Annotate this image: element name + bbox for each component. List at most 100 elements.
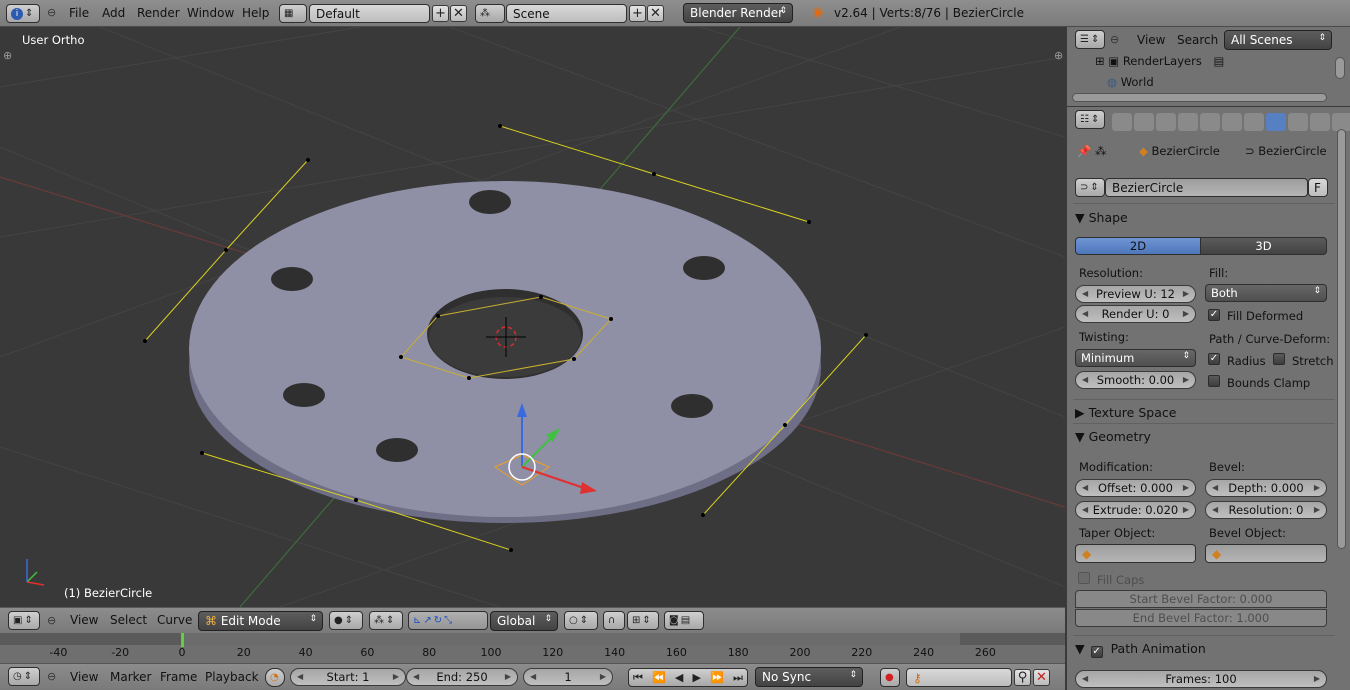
remove-scene-icon[interactable]: ✕ [647, 5, 664, 22]
3d-viewport[interactable]: User Ortho (1) BezierCircle ⊕ ⊕ [0, 27, 1065, 607]
offset-field[interactable]: ◀ Offset: 0.000 ▶ [1075, 479, 1196, 497]
path-animation-panel-header[interactable]: ▼ ✓ Path Animation [1075, 641, 1333, 663]
increment-icon[interactable]: ▶ [1183, 306, 1189, 322]
increment-icon[interactable]: ▶ [1183, 372, 1189, 388]
pivot-point-select[interactable]: ⁂ ⇕ [369, 611, 403, 630]
properties-scrollbar[interactable] [1337, 129, 1346, 549]
datablock-name[interactable]: BezierCircle [1105, 178, 1308, 197]
menu-window[interactable]: Window [187, 6, 234, 20]
shape-2d-button[interactable]: 2D [1075, 237, 1201, 255]
end-bevel-factor-field[interactable]: End Bevel Factor: 1.000 [1075, 609, 1327, 627]
menu-help[interactable]: Help [242, 6, 269, 20]
menu-file[interactable]: File [69, 6, 89, 20]
modifiers-tab-icon[interactable] [1244, 113, 1264, 131]
render-layers-tab-icon[interactable] [1134, 113, 1154, 131]
shape-panel-header[interactable]: ▼ Shape [1075, 210, 1333, 232]
increment-icon[interactable]: ▶ [1183, 502, 1189, 518]
curve-data-tab-icon[interactable] [1266, 113, 1286, 131]
world-tab-icon[interactable] [1178, 113, 1198, 131]
stretch-checkbox[interactable] [1273, 353, 1285, 365]
screen-layout-name[interactable]: Default [309, 4, 430, 23]
path-animation-checkbox[interactable]: ✓ [1090, 646, 1103, 658]
decrement-icon[interactable]: ◀ [1082, 671, 1088, 687]
menu-playback[interactable]: Playback [205, 670, 259, 684]
transform-orientation-select[interactable]: Global ⇕ [490, 611, 558, 631]
scene-tab-icon[interactable] [1156, 113, 1176, 131]
scene-name[interactable]: Scene [506, 4, 627, 23]
preview-u-field[interactable]: ◀ Preview U: 12 ▶ [1075, 285, 1196, 303]
editor-type-button[interactable]: ☷ ⇕ [1075, 110, 1105, 129]
menu-select[interactable]: Select [110, 613, 147, 627]
geometry-panel-header[interactable]: ▼ Geometry [1075, 429, 1333, 451]
bevel-resolution-field[interactable]: ◀ Resolution: 0 ▶ [1205, 501, 1327, 519]
menu-curve[interactable]: Curve [157, 613, 192, 627]
menu-view[interactable]: View [1137, 33, 1165, 47]
play-icon[interactable]: ▶ [693, 671, 701, 684]
menu-add[interactable]: Add [102, 6, 125, 20]
vertical-scrollbar[interactable] [1335, 57, 1345, 79]
collapse-menu-icon[interactable]: ⊖ [47, 6, 56, 19]
menu-frame[interactable]: Frame [160, 670, 197, 684]
increment-icon[interactable]: ▶ [393, 669, 399, 685]
proportional-edit-select[interactable]: ○ ⇕ [564, 611, 598, 630]
play-reverse-icon[interactable]: ◀ [675, 671, 683, 684]
prev-keyframe-icon[interactable]: ⏪ [652, 671, 666, 684]
increment-icon[interactable]: ▶ [1314, 480, 1320, 496]
constraints-tab-icon[interactable] [1222, 113, 1242, 131]
texture-tab-icon[interactable] [1310, 113, 1330, 131]
jump-end-icon[interactable]: ⏭ [733, 671, 743, 685]
fill-select[interactable]: Both ⇕ [1205, 284, 1327, 302]
keying-set-field[interactable]: ⚷ [906, 668, 1012, 687]
outliner-item-world[interactable]: ◍ World [1107, 75, 1154, 89]
taper-object-field[interactable]: ◆ [1075, 544, 1196, 563]
snap-toggle[interactable]: ∩ [603, 611, 625, 630]
decrement-icon[interactable]: ◀ [1082, 286, 1088, 302]
increment-icon[interactable]: ▶ [1314, 502, 1320, 518]
decrement-icon[interactable]: ◀ [1082, 502, 1088, 518]
render-tab-icon[interactable] [1112, 113, 1132, 131]
next-keyframe-icon[interactable]: ⏩ [710, 671, 724, 684]
extrude-field[interactable]: ◀ Extrude: 0.020 ▶ [1075, 501, 1196, 519]
expand-icon[interactable]: ⊞ [1095, 54, 1105, 68]
editor-type-button[interactable]: ▣ ⇕ [8, 611, 40, 630]
display-mode-select[interactable]: All Scenes ⇕ [1224, 30, 1332, 50]
decrement-icon[interactable]: ◀ [1212, 502, 1218, 518]
add-scene-icon[interactable]: + [629, 5, 646, 22]
remove-layout-icon[interactable]: ✕ [450, 5, 467, 22]
horizontal-scrollbar[interactable] [1072, 93, 1327, 102]
increment-icon[interactable]: ▶ [600, 669, 606, 685]
render-buttons[interactable]: ◙ ▤ [664, 611, 704, 630]
bevel-depth-field[interactable]: ◀ Depth: 0.000 ▶ [1205, 479, 1327, 497]
toolshelf-expand-icon[interactable]: ⊕ [3, 49, 12, 62]
decrement-icon[interactable]: ◀ [1082, 480, 1088, 496]
insert-keyframe-icon[interactable]: ⚲ [1014, 669, 1031, 686]
pin-icon[interactable]: 📌 [1077, 144, 1091, 158]
start-bevel-factor-field[interactable]: Start Bevel Factor: 0.000 [1075, 590, 1327, 608]
menu-view[interactable]: View [70, 670, 98, 684]
render-engine-select[interactable]: Blender Render ⇕ [683, 3, 793, 23]
increment-icon[interactable]: ▶ [1183, 480, 1189, 496]
decrement-icon[interactable]: ◀ [1082, 372, 1088, 388]
fill-deformed-checkbox[interactable]: ✓ [1208, 309, 1220, 321]
sync-mode-select[interactable]: No Sync ⇕ [755, 667, 863, 687]
fill-caps-checkbox[interactable] [1078, 572, 1090, 584]
material-tab-icon[interactable] [1288, 113, 1308, 131]
viewport-shading-select[interactable]: ● ⇕ [329, 611, 363, 630]
editor-type-button[interactable]: i ⇕ [6, 4, 40, 23]
menu-view[interactable]: View [70, 613, 98, 627]
menu-render[interactable]: Render [137, 6, 180, 20]
twisting-select[interactable]: Minimum ⇕ [1075, 349, 1196, 367]
shape-3d-button[interactable]: 3D [1200, 237, 1327, 255]
fake-user-button[interactable]: F [1308, 178, 1328, 197]
auto-keyframe-toggle[interactable]: ● [880, 668, 900, 687]
playback-controls[interactable]: ⏮ ⏪ ◀ ▶ ⏩ ⏭ [628, 668, 748, 687]
frames-field[interactable]: ◀ Frames: 100 ▶ [1075, 670, 1327, 688]
editor-type-button[interactable]: ◷ ⇕ [8, 667, 40, 686]
end-frame-field[interactable]: ◀ End: 250 ▶ [406, 668, 518, 686]
snap-element-select[interactable]: ⊞ ⇕ [627, 611, 659, 630]
outliner-item-renderlayers[interactable]: ⊞ ▣ RenderLayers ▤ [1095, 54, 1224, 68]
decrement-icon[interactable]: ◀ [1082, 306, 1088, 322]
manipulator-toggles[interactable]: ⊾ ↗ ↻ ⤡ [408, 611, 488, 630]
decrement-icon[interactable]: ◀ [1212, 480, 1218, 496]
timeline[interactable]: -40 -20 0 20 40 60 80 100 120 140 160 180 200 220 240 2… [0, 633, 1065, 663]
